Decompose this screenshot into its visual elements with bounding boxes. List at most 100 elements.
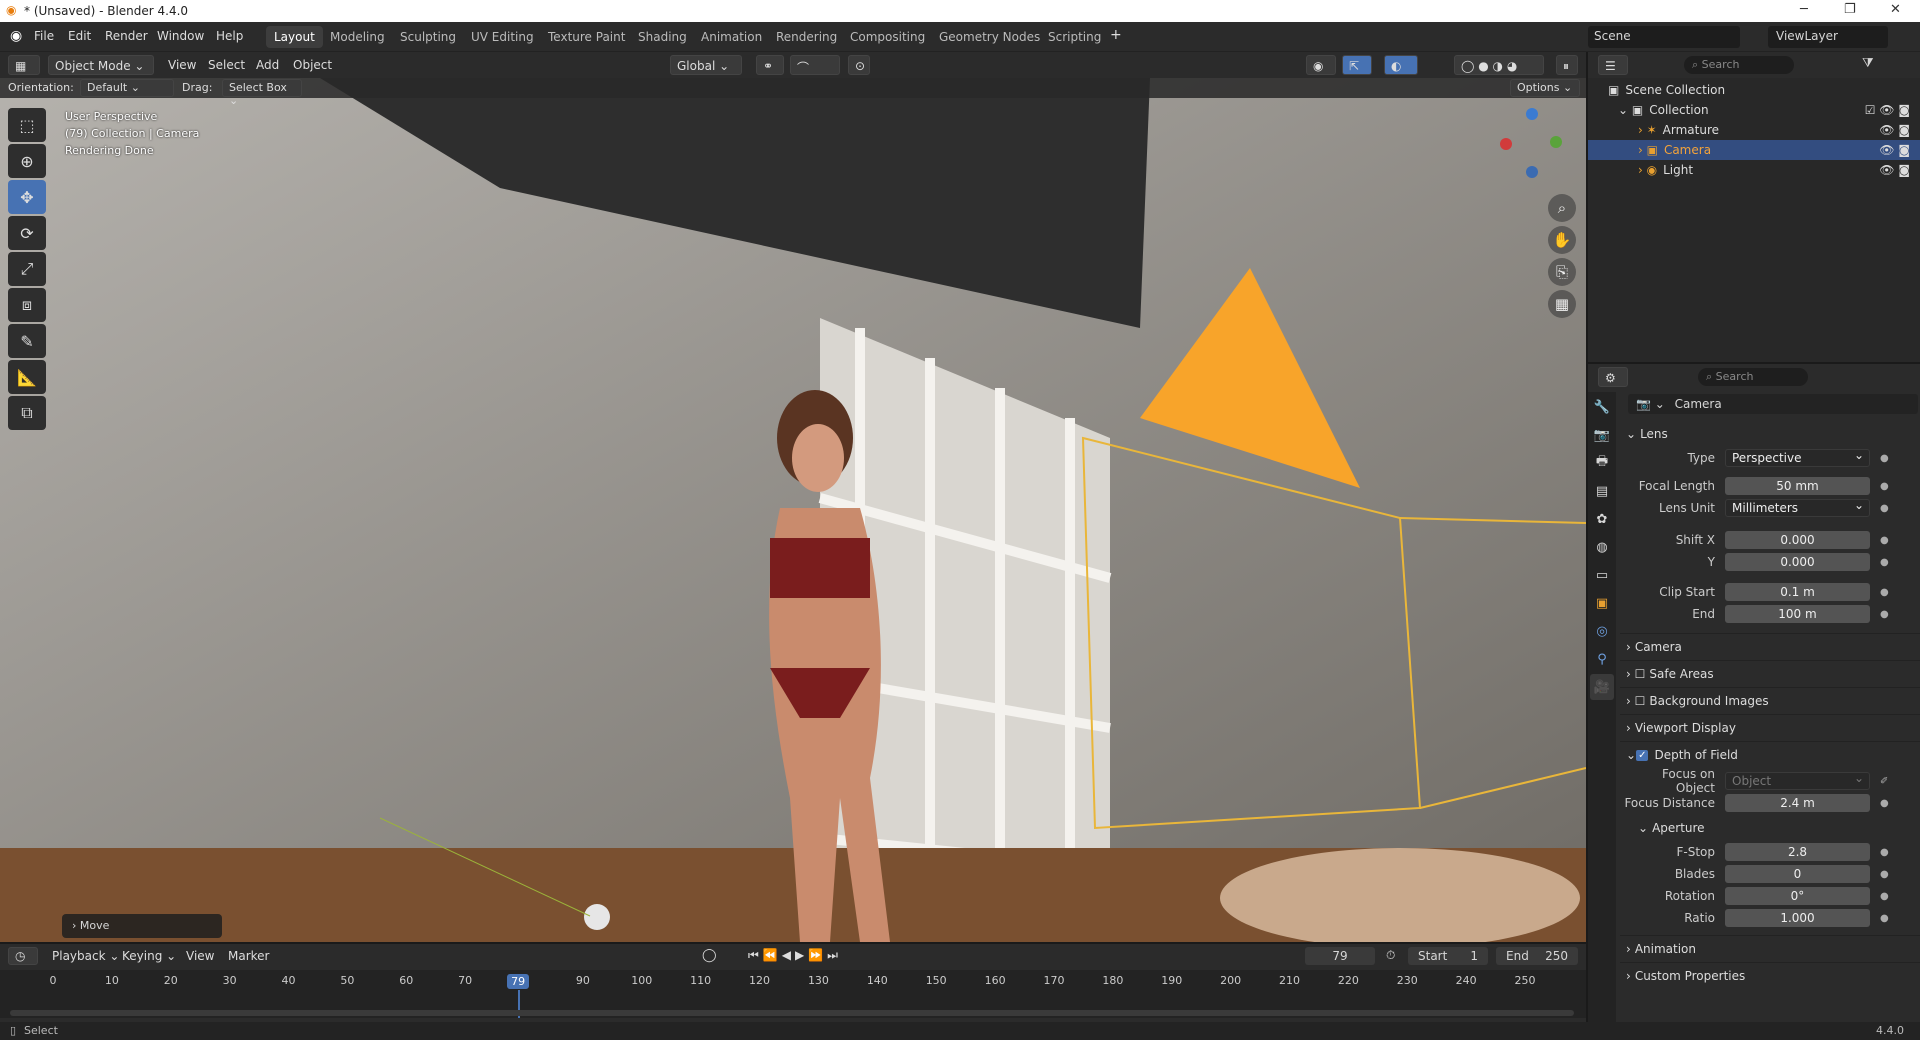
mode-dropdown[interactable]: Object Mode ⌄ xyxy=(48,55,154,75)
navigation-gizmo[interactable] xyxy=(1496,108,1566,178)
editor-type-icon[interactable]: ▦ xyxy=(8,55,40,75)
panel-lens[interactable]: ⌄ Lens xyxy=(1620,420,1920,447)
tree-item-scene-collection[interactable]: ▣ Scene Collection xyxy=(1588,80,1920,100)
focus-distance-field[interactable]: 2.4 m xyxy=(1725,794,1870,812)
tree-item-armature[interactable]: › ✶ Armature 👁 ◙ xyxy=(1588,120,1920,140)
cursor-icon[interactable]: ⊕ xyxy=(8,144,46,178)
properties-search[interactable]: ⌕ Search xyxy=(1698,368,1808,386)
tab-scripting[interactable]: Scripting xyxy=(1040,26,1109,48)
current-frame-field[interactable]: 79 xyxy=(1305,947,1375,965)
visibility-eye-icon[interactable]: ☑ 👁 ◙ xyxy=(1865,103,1910,117)
pivot-icon[interactable]: ⚭ xyxy=(756,55,784,75)
drag-dropdown[interactable]: Select Box ⌄ xyxy=(222,79,302,107)
ratio-field[interactable]: 1.000 xyxy=(1725,909,1870,927)
x-axis-icon[interactable] xyxy=(1500,138,1512,150)
visibility-eye-icon[interactable]: 👁 ◙ xyxy=(1879,143,1910,157)
visibility-eye-icon[interactable]: 👁 ◙ xyxy=(1879,123,1910,137)
tab-modeling[interactable]: Modeling xyxy=(322,26,393,48)
fstop-field[interactable]: 2.8 xyxy=(1725,843,1870,861)
world-tab-icon[interactable]: ◍ xyxy=(1590,534,1614,560)
tab-texture-paint[interactable]: Texture Paint xyxy=(540,26,633,48)
collection-tab-icon[interactable]: ▭ xyxy=(1590,562,1614,588)
neg-z-axis-icon[interactable] xyxy=(1526,166,1538,178)
view-layer-tab-icon[interactable]: ▤ xyxy=(1590,478,1614,504)
object-tab-icon[interactable]: ▣ xyxy=(1590,590,1614,616)
panel-camera[interactable]: › Camera xyxy=(1620,633,1920,660)
render-tab-icon[interactable]: 📷 xyxy=(1590,422,1614,448)
tab-geometry-nodes[interactable]: Geometry Nodes xyxy=(931,26,1048,48)
y-axis-icon[interactable] xyxy=(1550,136,1562,148)
tab-animation[interactable]: Animation xyxy=(693,26,770,48)
minimize-button[interactable]: ─ xyxy=(1800,2,1808,17)
tool-tab-icon[interactable]: 🔧 xyxy=(1590,394,1614,420)
pan-hand-icon[interactable]: ✋ xyxy=(1548,226,1576,254)
menu-file[interactable]: File xyxy=(34,29,54,43)
tab-uv-editing[interactable]: UV Editing xyxy=(463,26,542,48)
move-icon[interactable]: ✥ xyxy=(8,180,46,214)
start-frame-field[interactable]: Start 1 xyxy=(1408,947,1488,965)
tree-item-camera[interactable]: › ▣ Camera 👁 ◙ xyxy=(1588,140,1920,160)
tab-rendering[interactable]: Rendering xyxy=(768,26,845,48)
shading-modes[interactable]: ◯ ● ◑ ◕ xyxy=(1454,55,1544,75)
menu-timeline-view[interactable]: View xyxy=(186,949,214,963)
output-tab-icon[interactable]: 🖶 xyxy=(1590,450,1614,476)
timeline-scrollbar[interactable] xyxy=(10,1010,1574,1016)
menu-help[interactable]: Help xyxy=(216,29,243,43)
blender-menu-icon[interactable]: ◉ xyxy=(10,28,22,44)
panel-animation[interactable]: › Animation xyxy=(1620,935,1920,962)
visibility-icon[interactable]: ◉ xyxy=(1306,55,1336,75)
menu-add[interactable]: Add xyxy=(256,58,279,72)
panel-background-images[interactable]: › ☐ Background Images xyxy=(1620,687,1920,714)
blades-field[interactable]: 0 xyxy=(1725,865,1870,883)
transform-icon[interactable]: ⧈ xyxy=(8,288,46,322)
menu-window[interactable]: Window xyxy=(157,29,204,43)
menu-playback[interactable]: Playback ⌄ xyxy=(52,949,119,963)
panel-custom-properties[interactable]: › Custom Properties xyxy=(1620,962,1920,989)
end-frame-field[interactable]: End 250 xyxy=(1496,947,1578,965)
tab-shading[interactable]: Shading xyxy=(630,26,695,48)
camera-data-tab-icon[interactable]: 🎥 xyxy=(1590,674,1614,700)
panel-depth-of-field[interactable]: ⌄ ✓ Depth of Field xyxy=(1620,741,1920,768)
zoom-icon[interactable]: ⌕ xyxy=(1548,194,1576,222)
tree-item-light[interactable]: › ◉ Light 👁 ◙ xyxy=(1588,160,1920,180)
overlays-icon[interactable]: ◐ xyxy=(1384,55,1418,75)
menu-edit[interactable]: Edit xyxy=(68,29,91,43)
scene-selector[interactable]: Scene xyxy=(1588,26,1740,48)
camera-view-icon[interactable]: ⎘ xyxy=(1548,258,1576,286)
3d-viewport[interactable]: User Perspective (79) Collection | Camer… xyxy=(0,78,1586,942)
orientation-dropdown[interactable]: Default ⌄ xyxy=(80,79,174,97)
z-axis-icon[interactable] xyxy=(1526,108,1538,120)
focal-length-field[interactable]: 50 mm xyxy=(1725,477,1870,495)
add-cube-icon[interactable]: ⧉ xyxy=(8,396,46,430)
timeline-editor-icon[interactable]: ◷ xyxy=(8,947,38,965)
visibility-eye-icon[interactable]: 👁 ◙ xyxy=(1879,163,1910,177)
measure-icon[interactable]: 📐 xyxy=(8,360,46,394)
clip-end-field[interactable]: 100 m xyxy=(1725,605,1870,623)
last-operator-panel[interactable]: › Move xyxy=(62,914,222,938)
pause-icon[interactable]: ⏸ xyxy=(1556,55,1578,75)
menu-view[interactable]: View xyxy=(168,58,196,72)
object-name-field[interactable]: 📷 ⌄ Camera xyxy=(1628,394,1918,414)
clip-start-field[interactable]: 0.1 m xyxy=(1725,583,1870,601)
playback-controls[interactable]: ⏮⏪◀▶⏩⏭ xyxy=(748,948,842,963)
options-dropdown[interactable]: Options ⌄ xyxy=(1510,79,1580,97)
type-dropdown[interactable]: Perspective xyxy=(1725,447,1870,467)
maximize-button[interactable]: ❐ xyxy=(1844,2,1856,17)
autokey-icon[interactable]: ◯ xyxy=(702,948,717,963)
tree-item-collection[interactable]: ⌄ ▣ Collection ☑ 👁 ◙ xyxy=(1588,100,1920,120)
checkbox-checked-icon[interactable]: ✓ xyxy=(1636,749,1649,761)
focus-object-field[interactable]: Object xyxy=(1725,770,1870,790)
light-object[interactable] xyxy=(584,904,610,930)
panel-safe-areas[interactable]: › ☐ Safe Areas xyxy=(1620,660,1920,687)
scale-icon[interactable]: ⤢ xyxy=(8,252,46,286)
menu-object[interactable]: Object xyxy=(293,58,332,72)
add-workspace-icon[interactable]: + xyxy=(1110,27,1122,43)
tab-compositing[interactable]: Compositing xyxy=(842,26,933,48)
tab-sculpting[interactable]: Sculpting xyxy=(392,26,464,48)
filter-icon[interactable]: ⧩ xyxy=(1862,56,1874,71)
rotate-icon[interactable]: ⟳ xyxy=(8,216,46,250)
rotation-field[interactable]: 0° xyxy=(1725,887,1870,905)
shift-x-field[interactable]: 0.000 xyxy=(1725,531,1870,549)
constraints-tab-icon[interactable]: ⚲ xyxy=(1590,646,1614,672)
eyedropper-icon[interactable]: ✐ xyxy=(1880,776,1888,787)
